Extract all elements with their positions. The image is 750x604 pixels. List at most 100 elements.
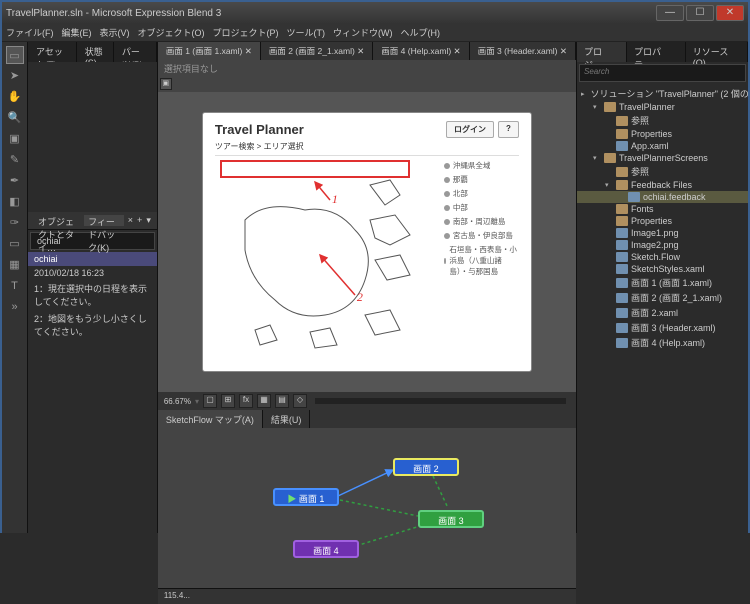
design-view-icon[interactable]: ▣ [160,78,172,90]
document-tab[interactable]: 画面 3 (Header.xaml) ✕ [470,42,576,60]
pen-tool-icon[interactable]: ✑ [6,214,24,232]
help-button[interactable]: ? [498,121,519,138]
annotation-label-1: 1 [332,192,338,207]
tree-item[interactable]: Properties [577,128,748,140]
right-tab[interactable]: リソース(O) [686,42,748,62]
flow-tabs: SketchFlow マップ(A)結果(U) [158,410,576,428]
panel-action-icon[interactable]: + [137,215,142,226]
tree-item[interactable]: ▸ソリューション "TravelPlanner" (2 個のプロジェクト) [577,86,748,101]
document-tab[interactable]: 画面 2 (画面 2_1.xaml) ✕ [261,42,373,60]
document-tab[interactable]: 画面 1 (画面 1.xaml) ✕ [158,42,261,60]
flow-node-1[interactable]: ▶ 画面 1 [273,488,339,506]
effects-toggle-icon[interactable]: fx [239,394,253,408]
legend-item[interactable]: 宮古島・伊良部島 [444,230,519,241]
tree-item[interactable]: Fonts [577,203,748,215]
tree-item[interactable]: Image1.png [577,227,748,239]
camera-tool-icon[interactable]: ▣ [6,130,24,148]
panel-action-icon[interactable]: ▾ [146,215,151,226]
brush-tool-icon[interactable]: ✒ [6,172,24,190]
tree-item[interactable]: ▾TravelPlanner [577,101,748,113]
objects-feedback-tabs: オブジェクトとタイ… フィードバック(K) × + ▾ [28,212,157,230]
sketchflow-map[interactable]: ▶ 画面 1 画面 2 画面 3 画面 4 [158,428,576,588]
tree-item[interactable]: Properties [577,215,748,227]
text-tool-icon[interactable]: T [6,277,24,295]
tree-item[interactable]: 画面 2.xaml [577,305,748,320]
tree-item[interactable]: 参照 [577,113,748,128]
pan-tool-icon[interactable]: ✋ [6,88,24,106]
legend-item[interactable]: 那覇 [444,174,519,185]
breadcrumb: ツアー検索 > エリア選択 [215,138,519,156]
legend-item[interactable]: 中部 [444,202,519,213]
tree-item[interactable]: App.xaml [577,140,748,152]
grid-icon[interactable]: ▦ [257,394,271,408]
left-tab[interactable]: パーツ(P) [114,42,157,62]
layout-tool-icon[interactable]: ▦ [6,256,24,274]
menu-item[interactable]: 表示(V) [100,26,130,39]
annotation-rect-1 [220,160,410,178]
legend-item[interactable]: 北部 [444,188,519,199]
direct-select-tool-icon[interactable]: ➤ [6,67,24,85]
flow-node-2[interactable]: 画面 2 [393,458,459,476]
document-tab[interactable]: 画面 4 (Help.xaml) ✕ [373,42,469,60]
crumb-1[interactable]: ツアー検索 [215,142,255,151]
flow-tab[interactable]: 結果(U) [263,410,311,428]
feedback-timestamp: 2010/02/18 16:23 [28,266,157,280]
feedback-name: ochiai [28,252,157,266]
menu-item[interactable]: プロジェクト(P) [213,26,279,39]
tree-item[interactable]: ochiai.feedback [577,191,748,203]
menu-item[interactable]: 編集(E) [62,26,92,39]
fit-icon[interactable]: ▢ [203,394,217,408]
left-tab[interactable]: 状態(S) [77,42,114,62]
flow-node-4[interactable]: 画面 4 [293,540,359,558]
asset-tool-icon[interactable]: » [6,298,24,316]
right-tab[interactable]: プロパテ… [627,42,686,62]
project-search-input[interactable]: Search [579,64,746,82]
menu-item[interactable]: ヘルプ(H) [401,26,441,39]
panel-tab[interactable]: フィードバック(K) [84,215,124,226]
gradient-tool-icon[interactable]: ◧ [6,193,24,211]
maximize-button[interactable]: ☐ [686,5,714,21]
panel-tab[interactable]: オブジェクトとタイ… [34,215,80,226]
horizontal-scrollbar[interactable] [315,398,566,404]
menu-item[interactable]: オブジェクト(O) [138,26,205,39]
menu-item[interactable]: ウィンドウ(W) [333,26,393,39]
menu-item[interactable]: ファイル(F) [6,26,54,39]
flow-tab[interactable]: SketchFlow マップ(A) [158,410,263,428]
feedback-item: 2：地図をもう少し小さくしてください。 [28,310,157,340]
close-button[interactable]: ✕ [716,5,744,21]
snap-icon[interactable]: ▤ [275,394,289,408]
tool-strip: ▭ ➤ ✋ 🔍 ▣ ✎ ✒ ◧ ✑ ▭ ▦ T » [2,42,28,533]
zoom-tool-icon[interactable]: 🔍 [6,109,24,127]
menu-item[interactable]: ツール(T) [287,26,326,39]
tree-item[interactable]: SketchStyles.xaml [577,263,748,275]
bottom-ruler: 115.4... [158,588,576,604]
legend-item[interactable]: 沖縄県全域 [444,160,519,171]
tree-item[interactable]: Sketch.Flow [577,251,748,263]
right-tab[interactable]: プロジ… [577,42,627,62]
rectangle-tool-icon[interactable]: ▭ [6,235,24,253]
tree-item[interactable]: 参照 [577,164,748,179]
annotations-icon[interactable]: ◇ [293,394,307,408]
tree-item[interactable]: ▾TravelPlannerScreens [577,152,748,164]
flow-node-3[interactable]: 画面 3 [418,510,484,528]
login-button[interactable]: ログイン [446,121,494,138]
tree-item[interactable]: 画面 4 (Help.xaml) [577,335,748,350]
crumb-2: エリア選択 [264,142,304,151]
selection-tool-icon[interactable]: ▭ [6,46,24,64]
feedback-item: 1：現在選択中の日程を表示してください。 [28,280,157,310]
design-artboard[interactable]: Travel Planner ログイン ? ツアー検索 > エリア選択 [202,112,532,372]
left-tab[interactable]: アセット(T) [28,42,77,62]
zoom-percent[interactable]: 66.67% [164,397,191,406]
actual-size-icon[interactable]: ⊞ [221,394,235,408]
tree-item[interactable]: 画面 3 (Header.xaml) [577,320,748,335]
tree-item[interactable]: Image2.png [577,239,748,251]
minimize-button[interactable]: — [656,5,684,21]
tree-item[interactable]: 画面 2 (画面 2_1.xaml) [577,290,748,305]
eyedropper-tool-icon[interactable]: ✎ [6,151,24,169]
legend-item[interactable]: 南部・周辺離島 [444,216,519,227]
panel-action-icon[interactable]: × [128,215,133,226]
tree-item[interactable]: 画面 1 (画面 1.xaml) [577,275,748,290]
legend-item[interactable]: 石垣島・西表島・小浜島（八重山諸島）・与那国島 [444,244,519,277]
map-sketch [215,160,425,355]
tree-item[interactable]: ▾Feedback Files [577,179,748,191]
